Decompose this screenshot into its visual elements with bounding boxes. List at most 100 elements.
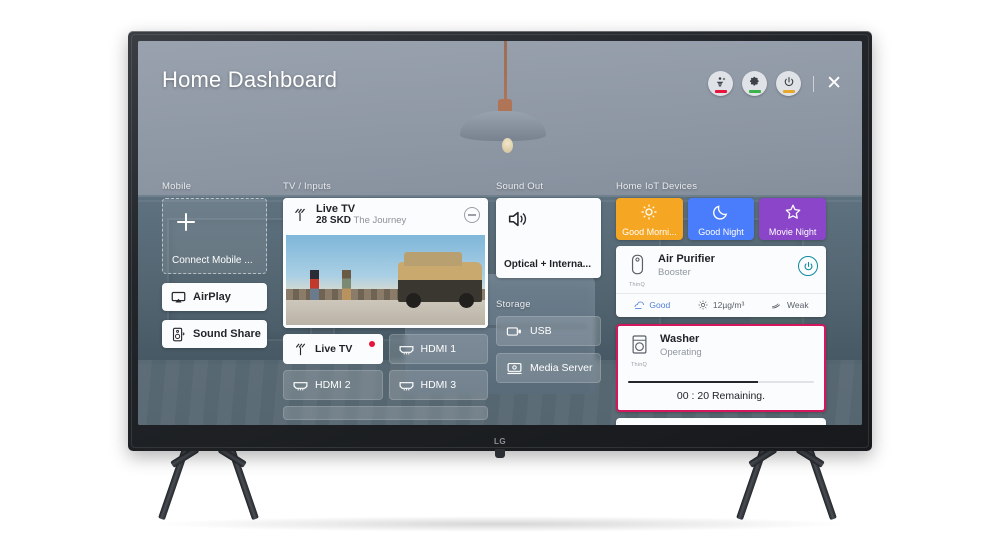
settings-button[interactable] <box>742 71 768 96</box>
scene-good-morning[interactable]: Good Morni... <box>616 198 683 240</box>
now-playing-header: Live TV 28 SKD The Journey <box>283 198 488 232</box>
tv-inputs-section-label: TV / Inputs <box>283 181 332 192</box>
airplay-item[interactable]: AirPlay <box>162 283 267 311</box>
speaker-icon <box>508 211 527 227</box>
tv-inputs-column: TV / Inputs Live TV 28 SKD The Journey L… <box>283 181 488 420</box>
now-playing-thumbnail <box>283 232 488 328</box>
now-playing-program: The Journey <box>353 215 407 227</box>
plus-icon <box>177 213 195 231</box>
airplay-icon <box>171 291 186 302</box>
input-label: Live TV <box>315 343 353 355</box>
hdmi-icon <box>293 381 308 390</box>
input-tile-clipped[interactable] <box>283 406 488 420</box>
now-playing-title: Live TV <box>316 202 356 215</box>
mobile-column: Mobile Connect Mobile ... AirPlay Sound … <box>162 181 267 348</box>
now-playing-card[interactable]: Live TV 28 SKD The Journey <box>283 198 488 328</box>
gear-icon <box>749 76 759 86</box>
screenshot-root: LG Home Dashboard ✕ Mobile Connect Mobil… <box>0 0 1000 541</box>
device-header: ThinQ Air Conditioner Off <box>616 418 826 425</box>
device-status-row: Good 12µg/m³ Weak <box>616 293 826 317</box>
now-playing-sub: 28 SKD The Journey <box>316 215 406 227</box>
accessibility-icon <box>716 77 726 87</box>
device-card-air-conditioner[interactable]: ThinQ Air Conditioner Off <box>616 418 826 425</box>
washer-remaining-label: 00 : 20 Remaining. <box>676 390 766 402</box>
power-icon <box>804 261 812 270</box>
status-air-quality: Good <box>633 299 670 311</box>
header-controls: ✕ <box>708 71 842 96</box>
accessibility-button[interactable] <box>708 71 734 96</box>
antenna-icon <box>295 208 305 221</box>
sound-out-section-label: Sound Out <box>496 181 544 192</box>
device-state: Booster <box>658 266 691 278</box>
now-playing-channel: 28 SKD <box>316 215 352 227</box>
scene-good-night[interactable]: Good Night <box>687 198 755 240</box>
status-label: Weak <box>787 300 809 310</box>
thinq-tag: ThinQ <box>629 282 645 288</box>
connect-mobile-card[interactable]: Connect Mobile ... <box>162 198 267 274</box>
input-label: HDMI 2 <box>315 379 351 391</box>
status-label: 12µg/m³ <box>712 300 745 310</box>
status-wind: Weak <box>771 299 809 311</box>
washer-progress-wrap <box>618 373 824 385</box>
input-tile-hdmi-3[interactable]: HDMI 3 <box>388 370 488 400</box>
device-card-air-purifier[interactable]: ThinQ Air Purifier Booster Good 12µg/m³ … <box>616 246 826 317</box>
close-button[interactable]: ✕ <box>826 74 842 93</box>
washer-icon <box>632 335 646 354</box>
antenna-icon <box>295 342 306 355</box>
ir-receiver <box>495 449 505 458</box>
air-purifier-icon <box>631 254 643 275</box>
device-power-toggle[interactable] <box>798 256 818 276</box>
header-divider <box>813 75 815 92</box>
inputs-grid: Live TV HDMI 1 HDMI 2 HDMI 3 <box>283 334 488 400</box>
device-header: ThinQ Air Purifier Booster <box>616 246 826 293</box>
storage-label: USB <box>530 325 552 337</box>
device-card-washer[interactable]: ThinQ Washer Operating 00 : 20 Remaining… <box>616 324 826 412</box>
progress-bar <box>628 381 814 383</box>
input-tile-hdmi-2[interactable]: HDMI 2 <box>283 370 383 400</box>
device-icon-wrap: ThinQ <box>624 253 650 288</box>
sound-out-value: Optical + Interna... <box>504 259 591 270</box>
tv-screen: Home Dashboard ✕ Mobile Connect Mobile .… <box>138 41 862 425</box>
dashboard-overlay: Home Dashboard ✕ Mobile Connect Mobile .… <box>138 41 862 425</box>
moon-icon <box>713 205 728 220</box>
power-button[interactable] <box>776 71 802 96</box>
home-iot-column: Home IoT Devices Good Morni... Good Nigh… <box>616 181 826 425</box>
scene-movie-night[interactable]: Movie Night <box>759 198 826 240</box>
scene-label: Good Morni... <box>622 227 677 237</box>
particles-icon <box>698 300 708 310</box>
device-name: Washer <box>660 333 700 345</box>
storage-item-usb[interactable]: USB <box>496 316 601 346</box>
air-quality-icon <box>634 301 645 309</box>
scene-label: Movie Night <box>768 227 817 237</box>
power-icon <box>784 76 793 87</box>
sound-out-column: Sound Out Optical + Interna... <box>496 181 601 278</box>
mobile-section-label: Mobile <box>162 181 192 192</box>
storage-label: Media Server <box>530 362 593 374</box>
hdmi-icon <box>399 381 413 390</box>
status-particles: 12µg/m³ <box>697 299 744 311</box>
now-playing-text: Live TV 28 SKD The Journey <box>316 203 406 228</box>
device-text: Air Purifier Booster <box>658 253 715 279</box>
status-label: Good <box>649 300 671 310</box>
input-tile-live-tv[interactable]: Live TV <box>283 334 383 364</box>
tv-stand-right <box>736 446 837 521</box>
tv-chassis: LG Home Dashboard ✕ Mobile Connect Mobil… <box>128 31 872 458</box>
floor-shadow <box>150 516 850 532</box>
sound-out-card[interactable]: Optical + Interna... <box>496 198 601 278</box>
input-tile-hdmi-1[interactable]: HDMI 1 <box>388 334 488 364</box>
sound-share-icon <box>172 327 185 341</box>
recording-indicator-icon <box>368 341 375 347</box>
device-state: Operating <box>660 346 702 358</box>
device-header: ThinQ Washer Operating <box>618 326 824 373</box>
remove-button[interactable] <box>464 207 480 223</box>
sun-icon <box>641 204 657 220</box>
sound-share-item[interactable]: Sound Share <box>162 320 267 348</box>
storage-item-media-server[interactable]: Media Server <box>496 353 601 383</box>
connect-mobile-label: Connect Mobile ... <box>172 255 253 266</box>
scene-label: Good Night <box>698 227 744 237</box>
storage-column: Storage USB Media Server <box>496 299 601 390</box>
lg-logo: LG <box>493 437 507 446</box>
input-label: HDMI 3 <box>420 379 457 391</box>
device-text: Washer Operating <box>660 333 702 359</box>
hdmi-icon <box>399 345 413 354</box>
